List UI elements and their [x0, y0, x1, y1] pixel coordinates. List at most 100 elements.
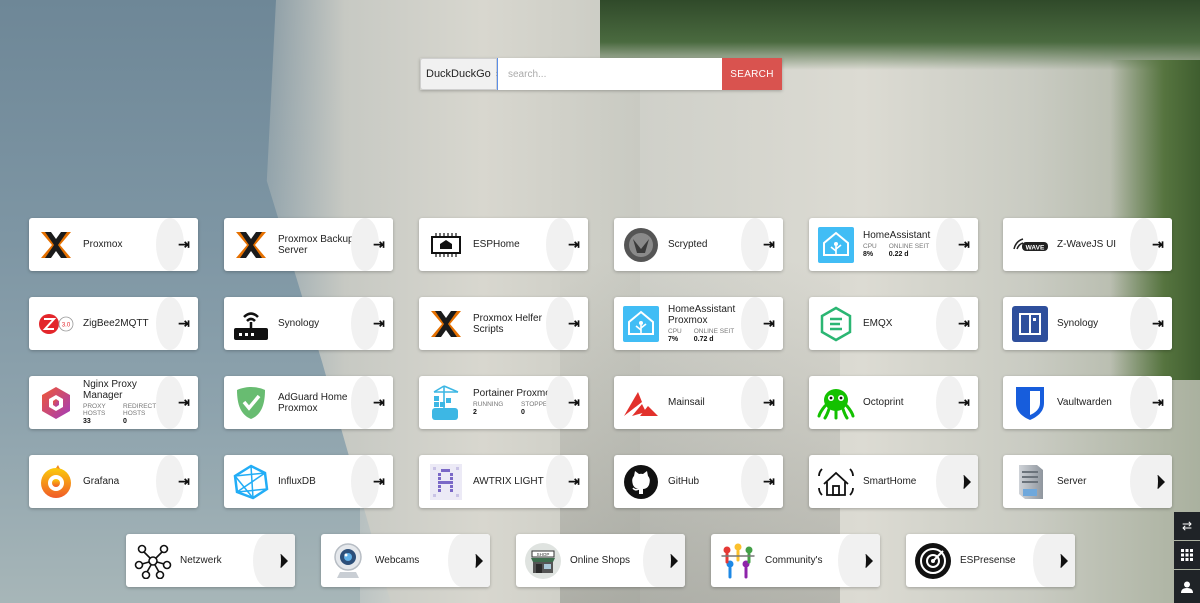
- tile-synology-router[interactable]: Synology ⇥: [224, 297, 393, 350]
- community-icon: [719, 542, 757, 580]
- proxmox-icon: [232, 226, 270, 264]
- tile-webcams[interactable]: Webcams: [321, 534, 490, 587]
- tile-homeassistant-proxmox[interactable]: HomeAssistant Proxmox CPU 7% ONLINE SEIT 0…: [614, 297, 783, 350]
- octoprint-icon: [817, 384, 855, 422]
- open-icon[interactable]: ⇥: [156, 455, 198, 508]
- tile-vaultwarden[interactable]: Vaultwarden ⇥: [1003, 376, 1172, 429]
- stat-value: 0.22 d: [888, 251, 909, 258]
- tile-octoprint[interactable]: Octoprint ⇥: [809, 376, 978, 429]
- nginx-proxy-icon: [37, 384, 75, 422]
- stat-label: PROXY HOSTS: [83, 403, 106, 417]
- open-icon[interactable]: ⇥: [936, 218, 978, 271]
- grafana-icon: [37, 463, 75, 501]
- tile-online-shops[interactable]: SHOP Online Shops: [516, 534, 685, 587]
- open-icon[interactable]: ⇥: [1130, 218, 1172, 271]
- user-icon[interactable]: [1174, 570, 1200, 603]
- search-engine-select[interactable]: DuckDuckGo ⬍: [420, 58, 502, 90]
- open-icon[interactable]: ⇥: [351, 376, 393, 429]
- open-icon[interactable]: ⇥: [741, 218, 783, 271]
- tag-icon[interactable]: [838, 534, 880, 587]
- open-icon[interactable]: ⇥: [156, 297, 198, 350]
- tile-proxmox-helfer-scripts[interactable]: Proxmox Helfer Scripts ⇥: [419, 297, 588, 350]
- open-icon[interactable]: ⇥: [156, 218, 198, 271]
- tile-netzwerk[interactable]: Netzwerk: [126, 534, 295, 587]
- switch-icon[interactable]: ⇄: [1174, 512, 1200, 540]
- tile-portainer-proxmox[interactable]: Portainer Proxmox RUNNING 2 STOPPED 0 ⇥: [419, 376, 588, 429]
- tile-server[interactable]: Server: [1003, 455, 1172, 508]
- tag-icon[interactable]: [448, 534, 490, 587]
- tile-esphome[interactable]: ESPHome ⇥: [419, 218, 588, 271]
- tile-zwavejs-ui[interactable]: WAVE Z-WaveJS UI ⇥: [1003, 218, 1172, 271]
- github-icon: [622, 463, 660, 501]
- portainer-icon: [427, 384, 465, 422]
- open-icon[interactable]: ⇥: [1130, 376, 1172, 429]
- stat-label: ONLINE SEIT: [888, 243, 930, 250]
- tag-icon[interactable]: [936, 455, 978, 508]
- stat-label: ONLINE SEIT: [693, 327, 735, 335]
- search-engine-label: DuckDuckGo: [426, 68, 491, 80]
- tile-zigbee2mqtt[interactable]: 3.0 ZigBee2MQTT ⇥: [29, 297, 198, 350]
- svg-text:SHOP: SHOP: [537, 552, 550, 557]
- espresense-icon: [914, 542, 952, 580]
- mainsail-icon: [622, 384, 660, 422]
- open-icon[interactable]: ⇥: [546, 218, 588, 271]
- tile-github[interactable]: GitHub ⇥: [614, 455, 783, 508]
- tile-synology[interactable]: Synology ⇥: [1003, 297, 1172, 350]
- open-icon[interactable]: ⇥: [741, 297, 783, 350]
- tag-icon[interactable]: [253, 534, 295, 587]
- grid-icon[interactable]: [1174, 541, 1200, 569]
- shop-icon: SHOP: [524, 542, 562, 580]
- tag-icon[interactable]: [643, 534, 685, 587]
- adguard-icon: [232, 384, 270, 422]
- tile-proxmox-backup-server[interactable]: Proxmox Backup Server ⇥: [224, 218, 393, 271]
- open-icon[interactable]: ⇥: [741, 455, 783, 508]
- homeassistant-icon: [817, 226, 855, 264]
- open-icon[interactable]: ⇥: [546, 455, 588, 508]
- awtrix-icon: [427, 463, 465, 501]
- tile-espresense[interactable]: ESPresense: [906, 534, 1075, 587]
- stat-label: RUNNING: [473, 401, 504, 408]
- open-icon[interactable]: ⇥: [351, 218, 393, 271]
- open-icon[interactable]: ⇥: [156, 376, 198, 429]
- server-icon: [1011, 463, 1049, 501]
- search-input[interactable]: [497, 58, 722, 90]
- svg-text:3.0: 3.0: [62, 323, 71, 329]
- zigbee-icon: 3.0: [37, 305, 75, 343]
- proxmox-icon: [37, 226, 75, 264]
- smarthome-icon: [817, 463, 855, 501]
- open-icon[interactable]: ⇥: [351, 297, 393, 350]
- open-icon[interactable]: ⇥: [1130, 297, 1172, 350]
- vaultwarden-icon: [1011, 384, 1049, 422]
- tile-homeassistant[interactable]: HomeAssistant CPU 8% ONLINE SEIT 0.22 d ⇥: [809, 218, 978, 271]
- tile-influxdb[interactable]: InfluxDB ⇥: [224, 455, 393, 508]
- tag-icon[interactable]: [1033, 534, 1075, 587]
- stat-label: CPU: [863, 243, 877, 250]
- tile-proxmox[interactable]: Proxmox ⇥: [29, 218, 198, 271]
- open-icon[interactable]: ⇥: [741, 376, 783, 429]
- stat-value: 8%: [863, 251, 874, 258]
- open-icon[interactable]: ⇥: [351, 455, 393, 508]
- tile-adguard-home-proxmox[interactable]: AdGuard Home Proxmox ⇥: [224, 376, 393, 429]
- esphome-icon: [427, 226, 465, 264]
- tile-awtrix-light[interactable]: AWTRIX LIGHT ⇥: [419, 455, 588, 508]
- open-icon[interactable]: ⇥: [936, 297, 978, 350]
- stat-value: 0.72 d: [693, 335, 714, 343]
- tile-smarthome[interactable]: SmartHome: [809, 455, 978, 508]
- tag-icon[interactable]: [1130, 455, 1172, 508]
- tile-grafana[interactable]: Grafana ⇥: [29, 455, 198, 508]
- tile-nginx-proxy-manager[interactable]: Nginx Proxy Manager PROXY HOSTS 33 REDIRE…: [29, 376, 198, 429]
- synology-icon: [1011, 305, 1049, 343]
- search-button[interactable]: SEARCH: [722, 58, 782, 90]
- open-icon[interactable]: ⇥: [936, 376, 978, 429]
- stat-value: 7%: [668, 335, 679, 343]
- zwave-icon: WAVE: [1011, 226, 1049, 264]
- tile-scrypted[interactable]: Scrypted ⇥: [614, 218, 783, 271]
- tile-communitys[interactable]: Community's: [711, 534, 880, 587]
- tile-mainsail[interactable]: Mainsail ⇥: [614, 376, 783, 429]
- network-icon: [134, 542, 172, 580]
- router-icon: [232, 305, 270, 343]
- tile-emqx[interactable]: EMQX ⇥: [809, 297, 978, 350]
- open-icon[interactable]: ⇥: [546, 297, 588, 350]
- open-icon[interactable]: ⇥: [546, 376, 588, 429]
- stat-label: CPU: [668, 327, 682, 335]
